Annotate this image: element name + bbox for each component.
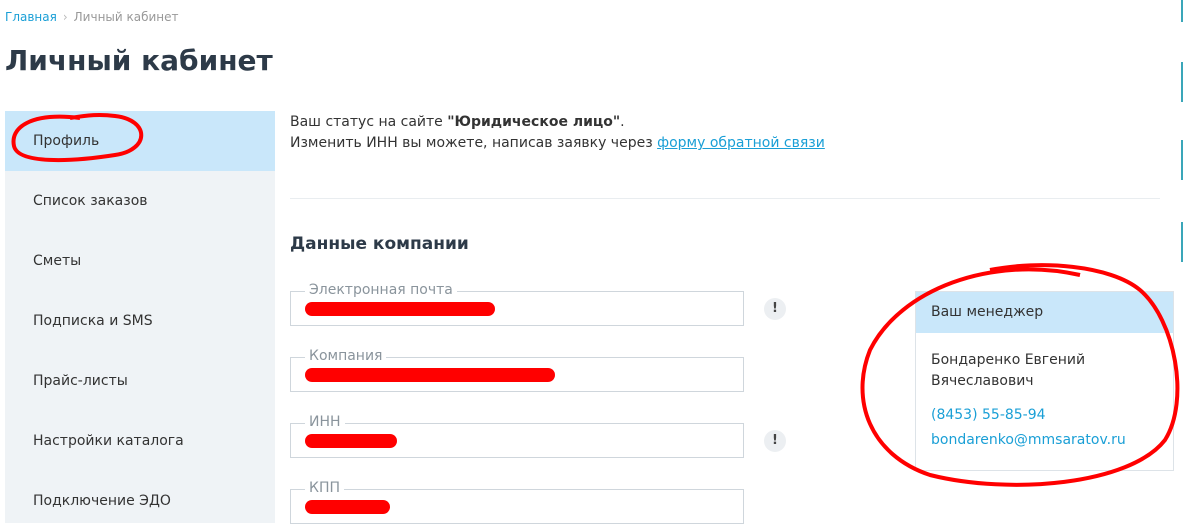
scroll-indicator: [1181, 222, 1183, 262]
sidebar-item-subscription[interactable]: Подписка и SMS: [5, 291, 275, 351]
inn-change-line: Изменить ИНН вы можете, написав заявку ч…: [290, 133, 825, 154]
kpp-field[interactable]: КПП: [290, 480, 744, 524]
sidebar: Профиль Список заказов Сметы Подписка и …: [5, 111, 275, 523]
sidebar-item-estimates[interactable]: Сметы: [5, 231, 275, 291]
sidebar-item-price-lists[interactable]: Прайс-листы: [5, 351, 275, 411]
page-title: Личный кабинет: [5, 44, 273, 77]
sidebar-item-profile[interactable]: Профиль: [5, 111, 275, 171]
email-field-label: Электронная почта: [305, 282, 457, 298]
divider: [290, 198, 1160, 199]
manager-phone-link[interactable]: (8453) 55-85-94: [931, 407, 1046, 423]
chevron-right-icon: ›: [62, 10, 68, 24]
manager-name: Бондаренко Евгений Вячеславович: [931, 352, 1086, 389]
manager-card-title: Ваш менеджер: [916, 292, 1173, 333]
redacted-value: [305, 302, 495, 316]
sidebar-item-orders[interactable]: Список заказов: [5, 171, 275, 231]
inn-field[interactable]: ИНН: [290, 414, 744, 458]
status-value: "Юридическое лицо": [447, 114, 621, 130]
status-prefix: Ваш статус на сайте: [290, 114, 448, 130]
scroll-indicator: [1181, 0, 1183, 22]
company-field-label: Компания: [305, 348, 387, 364]
redacted-value: [305, 500, 390, 514]
breadcrumb-current: Личный кабинет: [73, 10, 179, 24]
scroll-indicator: [1181, 62, 1183, 102]
status-info: Ваш статус на сайте "Юридическое лицо". …: [290, 112, 825, 154]
status-line: Ваш статус на сайте "Юридическое лицо".: [290, 112, 825, 133]
scroll-indicator: [1181, 140, 1183, 180]
manager-email-link[interactable]: bondarenko@mmsaratov.ru: [931, 432, 1126, 448]
breadcrumb-home-link[interactable]: Главная: [5, 10, 57, 24]
sidebar-item-edo[interactable]: Подключение ЭДО: [5, 471, 275, 531]
inn-field-label: ИНН: [305, 414, 345, 430]
redacted-value: [305, 368, 555, 382]
email-field[interactable]: Электронная почта: [290, 282, 744, 326]
exclamation-icon[interactable]: !: [764, 430, 786, 452]
status-suffix: .: [620, 114, 625, 130]
inn-change-text: Изменить ИНН вы можете, написав заявку ч…: [290, 135, 658, 151]
breadcrumb: Главная › Личный кабинет: [5, 10, 179, 24]
feedback-form-link[interactable]: форму обратной связи: [657, 135, 825, 151]
section-title: Данные компании: [290, 234, 469, 254]
redacted-value: [305, 434, 397, 448]
exclamation-icon[interactable]: !: [764, 298, 786, 320]
kpp-field-label: КПП: [305, 480, 344, 496]
company-field[interactable]: Компания: [290, 348, 744, 392]
sidebar-item-catalog-settings[interactable]: Настройки каталога: [5, 411, 275, 471]
manager-card: Ваш менеджер Бондаренко Евгений Вячеслав…: [915, 291, 1174, 471]
